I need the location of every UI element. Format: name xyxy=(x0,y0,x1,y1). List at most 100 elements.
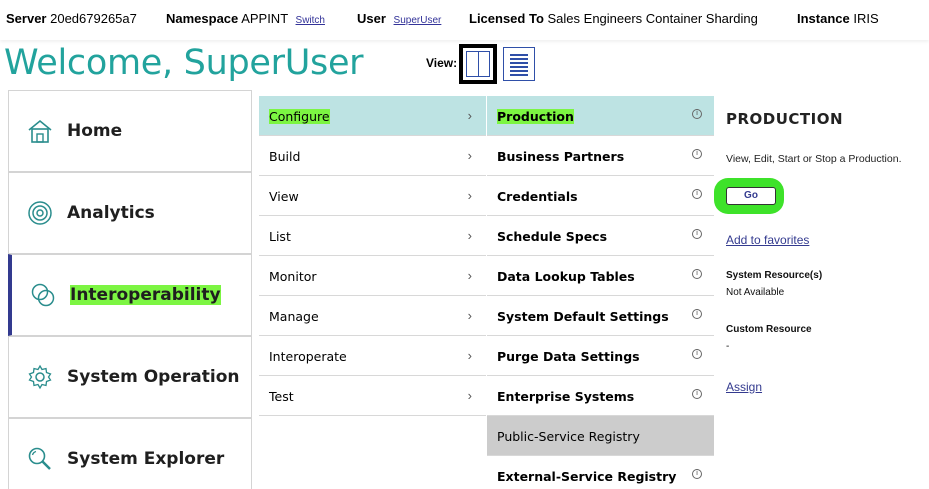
switch-namespace-link[interactable]: Switch xyxy=(296,15,325,26)
search-icon xyxy=(28,447,51,470)
chevron-right-icon: › xyxy=(467,108,472,123)
option-label: Enterprise Systems xyxy=(497,389,635,404)
option-label: Schedule Specs xyxy=(497,229,608,244)
option-label: Purge Data Settings xyxy=(497,349,640,364)
menu-item-interoperate[interactable]: Interoperate › xyxy=(259,336,486,376)
option-label: Business Partners xyxy=(497,149,625,164)
detail-description: View, Edit, Start or Stop a Production. xyxy=(726,153,902,165)
custom-resource-value: - xyxy=(726,341,730,352)
chevron-right-icon: › xyxy=(467,228,472,243)
namespace-label: Namespace xyxy=(166,11,239,26)
chevron-right-icon: › xyxy=(467,268,472,283)
chevron-right-icon: › xyxy=(467,188,472,203)
page-title: Welcome, SuperUser xyxy=(4,43,364,83)
instance-label: Instance xyxy=(797,11,850,26)
user-label: User xyxy=(357,11,386,26)
info-icon[interactable]: i xyxy=(692,389,702,399)
menu-item-label: Interoperate xyxy=(269,349,347,364)
option-enterprise-systems[interactable]: Enterprise Systems i xyxy=(487,376,714,416)
columns-view-button[interactable] xyxy=(459,44,497,84)
menu-item-label: Configure xyxy=(269,109,330,124)
nav-item-analytics[interactable]: Analytics xyxy=(8,172,252,254)
chevron-right-icon: › xyxy=(467,388,472,403)
menu-item-view[interactable]: View › xyxy=(259,176,486,216)
user-link[interactable]: SuperUser xyxy=(394,15,442,26)
home-icon xyxy=(28,119,52,143)
menu-item-label: View xyxy=(269,189,299,204)
option-system-default-settings[interactable]: System Default Settings i xyxy=(487,296,714,336)
detail-pane: PRODUCTION View, Edit, Start or Stop a P… xyxy=(714,96,929,489)
info-icon[interactable]: i xyxy=(692,109,702,119)
menu-item-monitor[interactable]: Monitor › xyxy=(259,256,486,296)
menu-item-manage[interactable]: Manage › xyxy=(259,296,486,336)
namespace-info: Namespace APPINT Switch xyxy=(166,11,325,26)
server-value: 20ed679265a7 xyxy=(50,11,137,26)
option-label: Data Lookup Tables xyxy=(497,269,635,284)
custom-resource-label: Custom Resource xyxy=(726,324,812,335)
info-icon[interactable]: i xyxy=(692,309,702,319)
info-icon[interactable]: i xyxy=(692,229,702,239)
option-label: External-Service Registry xyxy=(497,469,677,484)
option-production[interactable]: Production i xyxy=(487,96,714,136)
menu-item-label: Test xyxy=(269,389,294,404)
option-data-lookup-tables[interactable]: Data Lookup Tables i xyxy=(487,256,714,296)
menu-item-build[interactable]: Build › xyxy=(259,136,486,176)
chevron-right-icon: › xyxy=(467,148,472,163)
option-label: System Default Settings xyxy=(497,309,669,324)
option-external-service-registry[interactable]: External-Service Registry i xyxy=(487,456,714,489)
licensed-label: Licensed To xyxy=(469,11,544,26)
license-info: Licensed To Sales Engineers Container Sh… xyxy=(469,11,758,26)
menu-item-configure[interactable]: Configure › xyxy=(259,96,486,136)
nav-item-label: System Explorer xyxy=(67,449,225,469)
server-info: Server 20ed679265a7 xyxy=(6,11,137,26)
option-label: Credentials xyxy=(497,189,578,204)
option-business-partners[interactable]: Business Partners i xyxy=(487,136,714,176)
info-icon[interactable]: i xyxy=(692,349,702,359)
nav-item-interoperability[interactable]: Interoperability xyxy=(8,254,252,336)
nav-item-home[interactable]: Home xyxy=(8,90,252,172)
menu-item-label: Monitor xyxy=(269,269,317,284)
nav-item-label: Interoperability xyxy=(70,285,221,305)
option-schedule-specs[interactable]: Schedule Specs i xyxy=(487,216,714,256)
columns-view-icon xyxy=(466,51,490,77)
system-resources-value: Not Available xyxy=(726,287,785,298)
nav-item-system-explorer[interactable]: System Explorer xyxy=(8,418,252,489)
nav-item-label: System Operation xyxy=(67,367,240,387)
info-icon[interactable]: i xyxy=(692,469,702,479)
licensed-value: Sales Engineers Container Sharding xyxy=(547,11,758,26)
go-highlight: Go xyxy=(714,178,784,214)
nav-item-label: Home xyxy=(67,121,123,141)
menu-item-list[interactable]: List › xyxy=(259,216,486,256)
menu-item-label: Manage xyxy=(269,309,319,324)
option-label: Public-Service Registry xyxy=(497,429,640,444)
target-icon xyxy=(28,201,52,225)
options-column: Production i Business Partners i Credentia… xyxy=(487,96,714,489)
view-label: View: xyxy=(426,56,458,70)
server-label: Server xyxy=(6,11,47,26)
info-icon[interactable]: i xyxy=(692,149,702,159)
option-purge-data-settings[interactable]: Purge Data Settings i xyxy=(487,336,714,376)
chevron-right-icon: › xyxy=(467,348,472,363)
menu-item-test[interactable]: Test › xyxy=(259,376,486,416)
instance-value: IRIS xyxy=(853,11,879,26)
option-credentials[interactable]: Credentials i xyxy=(487,176,714,216)
namespace-value: APPINT xyxy=(241,11,288,26)
gear-icon xyxy=(28,364,52,390)
rings-icon xyxy=(31,283,55,307)
list-view-button[interactable] xyxy=(503,47,535,81)
nav-item-system-operation[interactable]: System Operation xyxy=(8,336,252,418)
nav-item-label: Analytics xyxy=(67,203,155,223)
info-icon[interactable]: i xyxy=(692,189,702,199)
info-icon[interactable]: i xyxy=(692,269,702,279)
instance-info: Instance IRIS xyxy=(797,11,879,26)
go-button[interactable]: Go xyxy=(726,187,776,205)
detail-heading: PRODUCTION xyxy=(726,110,844,128)
option-label: Production xyxy=(497,109,574,124)
user-info: User SuperUser xyxy=(357,11,441,26)
submenu-column: Configure › Build › View › List › Monitor › M… xyxy=(259,96,486,489)
option-public-service-registry: Public-Service Registry xyxy=(487,416,714,456)
system-resources-label: System Resource(s) xyxy=(726,270,823,281)
add-to-favorites-link[interactable]: Add to favorites xyxy=(726,233,809,247)
top-info-bar: Server 20ed679265a7 Namespace APPINT Swi… xyxy=(0,0,929,40)
assign-link[interactable]: Assign xyxy=(726,380,762,394)
